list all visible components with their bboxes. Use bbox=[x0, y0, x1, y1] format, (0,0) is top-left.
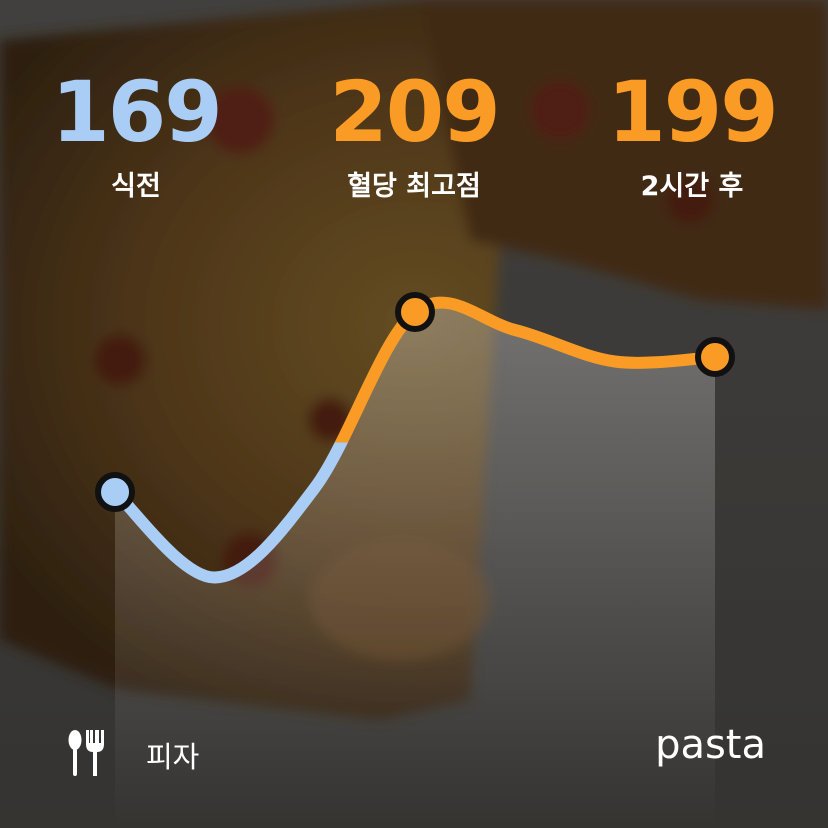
brand-logo: pasta bbox=[655, 722, 766, 768]
data-point-2 bbox=[695, 337, 735, 377]
meal-indicator: 피자 bbox=[66, 730, 199, 780]
data-point-1 bbox=[395, 292, 435, 332]
glucose-chart bbox=[95, 292, 735, 828]
meal-label: 피자 bbox=[146, 740, 200, 774]
data-point-0 bbox=[95, 472, 135, 512]
utensils-icon bbox=[66, 730, 108, 780]
chart-area-fill bbox=[115, 302, 715, 828]
